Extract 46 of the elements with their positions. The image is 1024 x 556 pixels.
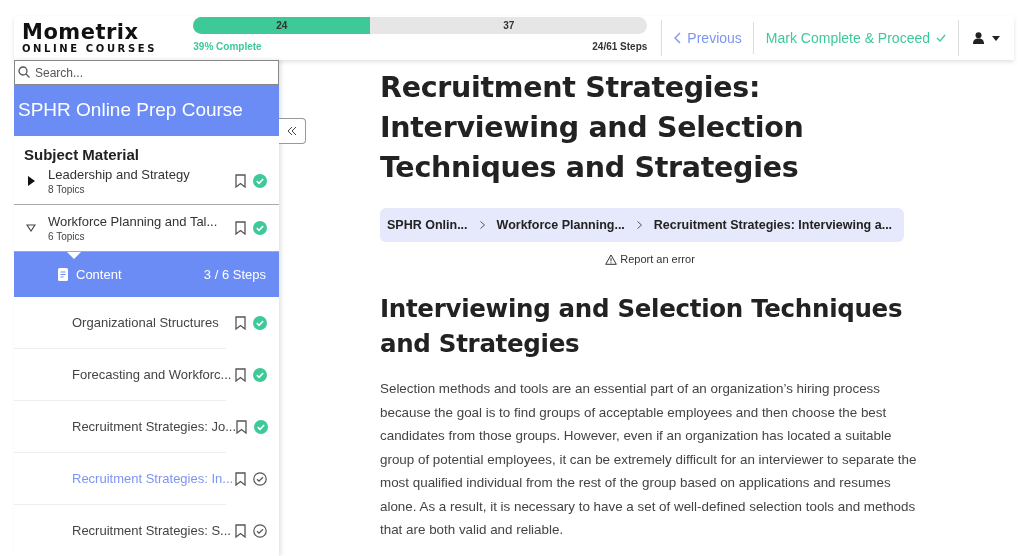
warning-icon	[605, 253, 618, 265]
percent-complete: 39% Complete	[193, 41, 262, 52]
bookmark-icon[interactable]	[235, 523, 246, 538]
content-label: Content	[76, 267, 122, 283]
check-icon	[936, 34, 946, 42]
breadcrumb-link[interactable]: Workforce Planning...	[496, 218, 625, 232]
document-icon	[58, 268, 68, 282]
lesson-title: Leadership and Strategy	[48, 166, 191, 182]
lesson-title: Workforce Planning and Tal...	[48, 214, 219, 230]
breadcrumb-link[interactable]: SPHR Onlin...	[387, 218, 468, 232]
bookmark-icon[interactable]	[235, 173, 246, 188]
bookmark-icon[interactable]	[235, 315, 246, 330]
course-title: SPHR Online Prep Course	[14, 85, 279, 136]
bookmark-icon[interactable]	[236, 419, 247, 434]
topic-item[interactable]: Organizational Structures	[58, 297, 279, 349]
section-heading: Subject Material	[23, 144, 141, 163]
bookmark-icon[interactable]	[235, 221, 246, 236]
topic-item[interactable]: Recruitment Strategies: S...	[58, 505, 279, 556]
chevron-left-icon	[674, 32, 682, 44]
progress-fill: 24	[193, 17, 371, 34]
report-error-link[interactable]: Report an error	[620, 253, 695, 265]
logo-name: Mometrix	[22, 22, 140, 43]
steps-count: 24/61 Steps	[592, 41, 648, 52]
section-heading: Interviewing and Selection Techniques and Strategies	[380, 293, 904, 360]
steps-count: 3 / 6 Steps	[203, 267, 266, 283]
progress-remaining: 37	[502, 19, 516, 33]
chevron-right-icon	[636, 221, 642, 229]
logo-tagline: ONLINE COURSES	[22, 43, 158, 54]
chevron-right-icon	[479, 221, 485, 229]
lesson-item[interactable]: Leadership and Strategy 8 Topics	[14, 162, 279, 206]
body-paragraph: Selection methods and tools are an essential part of an organization’s hiring process because the goal is to find groups of acceptable employees and then choose the best candidates from those groups. However, even if an organization has located a suitable group of potential employees, it can be extremely difficult for an interviewer to separate the most qualified individual from the rest of the group based on applications and resumes alone. As a result, it is necessary to have a set of well-defined selection tools and methods that are both valid and reliable.	[380, 380, 918, 539]
topic-item[interactable]: Forecasting and Workforc...	[58, 349, 279, 401]
topics-count: 6 Topics	[48, 231, 86, 243]
caret-icon[interactable]	[992, 35, 1000, 41]
user-icon[interactable]	[973, 32, 984, 44]
topic-item[interactable]: Recruitment Strategies: Jo...	[58, 401, 279, 453]
topics-count: 8 Topics	[48, 183, 86, 195]
bookmark-icon[interactable]	[235, 367, 246, 382]
double-chevron-left-icon	[287, 126, 297, 136]
notch-icon	[67, 252, 81, 260]
collapse-button[interactable]	[279, 118, 306, 144]
breadcrumb-link[interactable]: Recruitment Strategies: Interviewing a...	[653, 218, 893, 232]
search-field[interactable]: Search...	[14, 60, 279, 85]
bookmark-icon[interactable]	[235, 471, 246, 486]
page-title: Recruitment Strategies: Interviewing and Selection Techniques and Strategies	[380, 70, 805, 186]
search-icon	[18, 66, 30, 78]
